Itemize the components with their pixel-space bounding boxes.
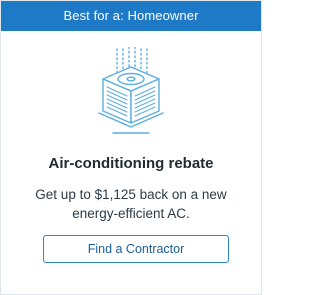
- air-conditioner-unit-icon: [93, 46, 169, 137]
- rebate-card: Best for a: Homeowner Air-conditioning r…: [0, 0, 262, 295]
- card-title: Air-conditioning rebate: [48, 155, 214, 172]
- find-contractor-button[interactable]: Find a Contractor: [43, 235, 229, 263]
- card-header: Best for a: Homeowner: [1, 1, 261, 31]
- card-description: Get up to $1,125 back on a new energy-ef…: [35, 187, 227, 221]
